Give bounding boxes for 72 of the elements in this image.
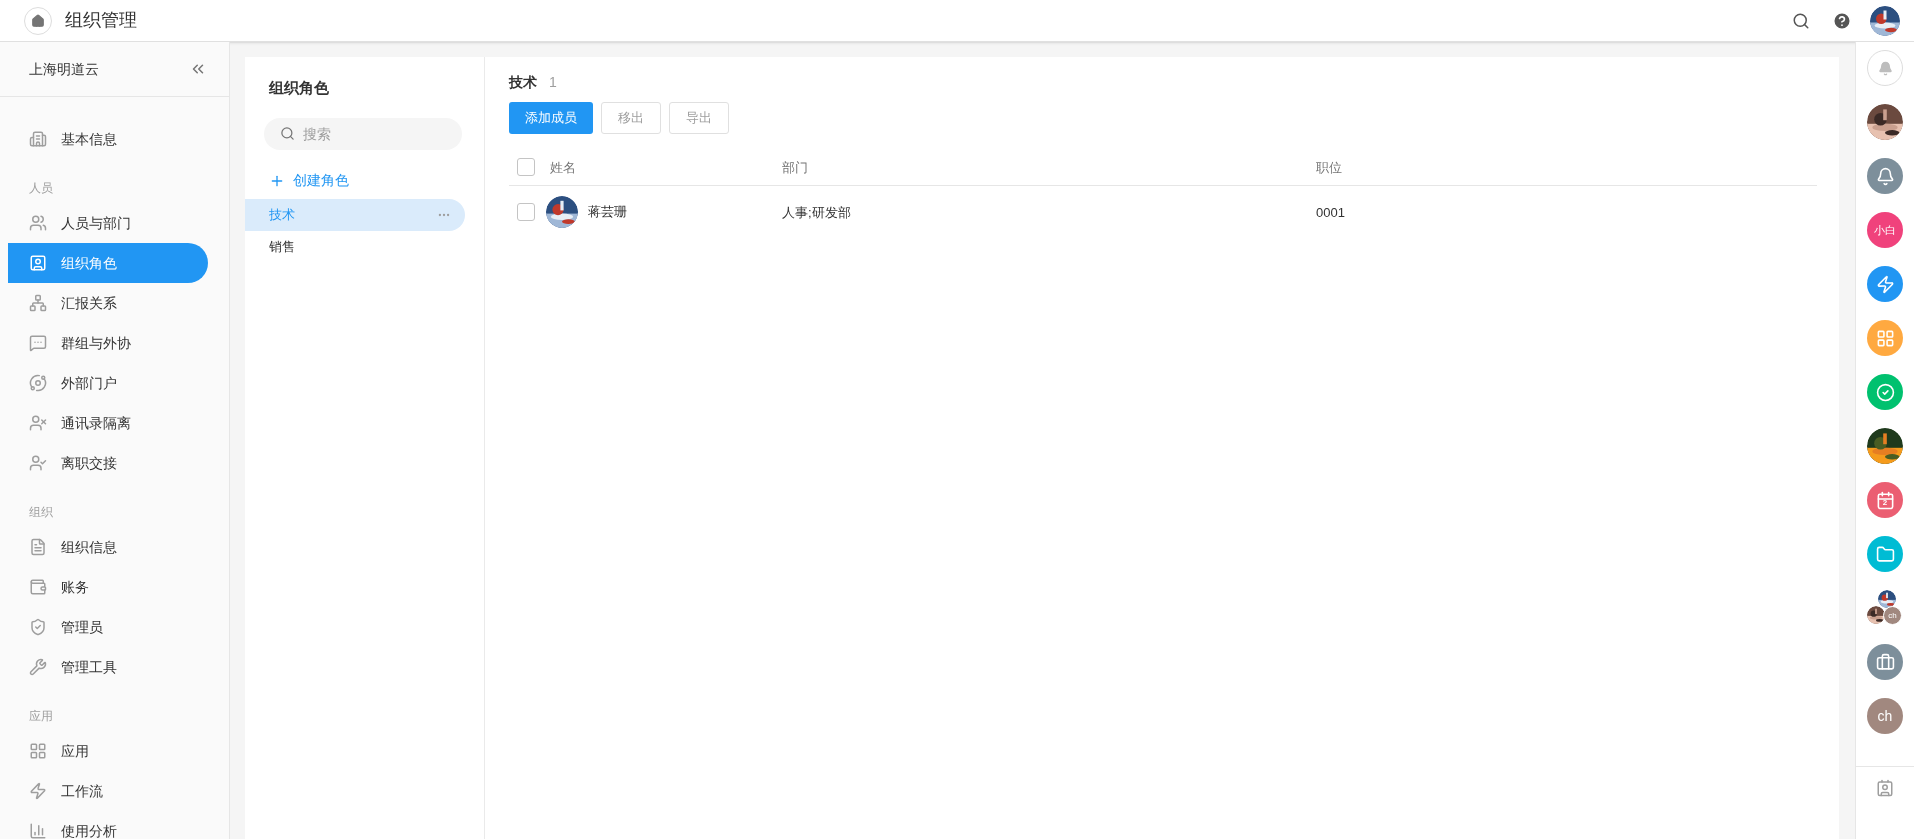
nav-item[interactable]: 使用分析 bbox=[8, 811, 208, 839]
document-icon bbox=[29, 538, 47, 556]
section-title: 应用 bbox=[28, 708, 54, 725]
people-icon bbox=[29, 214, 47, 232]
bell-icon bbox=[1875, 166, 1895, 186]
grid-icon bbox=[29, 742, 47, 760]
nav-item[interactable]: 管理工具 bbox=[8, 647, 208, 687]
column-header: 部门 bbox=[782, 159, 808, 175]
nav-item[interactable]: 人员与部门 bbox=[8, 203, 208, 243]
checkbox[interactable] bbox=[517, 157, 535, 176]
table-cell: 0001 bbox=[1316, 205, 1345, 220]
nav-item[interactable]: 离职交接 bbox=[8, 443, 208, 483]
contacts-icon[interactable] bbox=[1876, 779, 1894, 797]
search-icon[interactable] bbox=[1792, 11, 1810, 30]
group-title: 技术 bbox=[509, 72, 537, 92]
nav-item[interactable]: 外部门户 bbox=[8, 363, 208, 403]
avatar-button[interactable] bbox=[1867, 428, 1903, 464]
section-title: 组织 bbox=[28, 504, 54, 521]
table-cell: 人事;研发部 bbox=[782, 205, 851, 220]
grid-icon bbox=[1875, 328, 1895, 348]
app-button[interactable] bbox=[1867, 266, 1903, 302]
panel-title: 组织角色 bbox=[268, 78, 330, 98]
nav-item[interactable]: 汇报关系 bbox=[8, 283, 208, 323]
app-button[interactable] bbox=[1867, 644, 1903, 680]
nav-item[interactable]: 应用 bbox=[8, 731, 208, 771]
nav-item[interactable]: 工作流 bbox=[8, 771, 208, 811]
nav-item[interactable]: 基本信息 bbox=[8, 119, 208, 159]
avatar-button[interactable]: 小白 bbox=[1867, 212, 1903, 248]
person-card-icon bbox=[29, 254, 47, 272]
wrench-icon bbox=[29, 658, 47, 676]
page-title: 组织管理 bbox=[65, 9, 137, 32]
briefcase-icon bbox=[1875, 652, 1895, 672]
check-icon bbox=[1875, 382, 1895, 402]
wallet-icon bbox=[29, 578, 47, 596]
nav-item[interactable]: 通讯录隔离 bbox=[8, 403, 208, 443]
orbit-icon bbox=[29, 374, 47, 392]
chart-icon bbox=[29, 822, 47, 839]
member-name: 蒋芸珊 bbox=[588, 203, 627, 222]
app-button[interactable] bbox=[1867, 374, 1903, 410]
calendar-day: 2 bbox=[1882, 497, 1888, 509]
nav-item[interactable]: 账务 bbox=[8, 567, 208, 607]
lightning-icon bbox=[1875, 274, 1895, 294]
nav-item[interactable]: 组织信息 bbox=[8, 527, 208, 567]
notification-button[interactable] bbox=[1867, 50, 1903, 86]
member-count: 1 bbox=[549, 72, 557, 92]
nav-item[interactable]: 管理员 bbox=[8, 607, 208, 647]
home-icon bbox=[31, 13, 45, 28]
person-off-icon bbox=[29, 414, 47, 432]
bell-icon bbox=[1877, 60, 1893, 76]
chat-icon bbox=[29, 334, 47, 352]
org-name: 上海明道云 bbox=[29, 59, 100, 79]
app-button[interactable] bbox=[1867, 536, 1903, 572]
search-field[interactable]: 搜索 bbox=[264, 118, 462, 150]
nav-item[interactable]: 群组与外协 bbox=[8, 323, 208, 363]
column-header: 职位 bbox=[1316, 159, 1342, 175]
avatar-button[interactable] bbox=[1867, 104, 1903, 140]
lightning-icon bbox=[29, 782, 47, 800]
building-icon bbox=[29, 130, 47, 148]
search-icon bbox=[280, 126, 295, 141]
help-icon[interactable] bbox=[1832, 10, 1852, 31]
person-check-icon bbox=[29, 454, 47, 472]
folder-icon bbox=[1875, 544, 1895, 564]
shield-icon bbox=[29, 618, 47, 636]
avatar-initials: ch bbox=[1883, 606, 1902, 625]
app-button[interactable] bbox=[1867, 158, 1903, 194]
calendar-icon bbox=[1875, 490, 1895, 510]
hierarchy-icon bbox=[29, 294, 47, 312]
checkbox[interactable] bbox=[517, 203, 535, 221]
app-button[interactable] bbox=[1867, 320, 1903, 356]
column-header: 姓名 bbox=[550, 159, 576, 175]
role-item[interactable]: 销售 bbox=[245, 231, 465, 263]
section-title: 人员 bbox=[28, 180, 54, 197]
